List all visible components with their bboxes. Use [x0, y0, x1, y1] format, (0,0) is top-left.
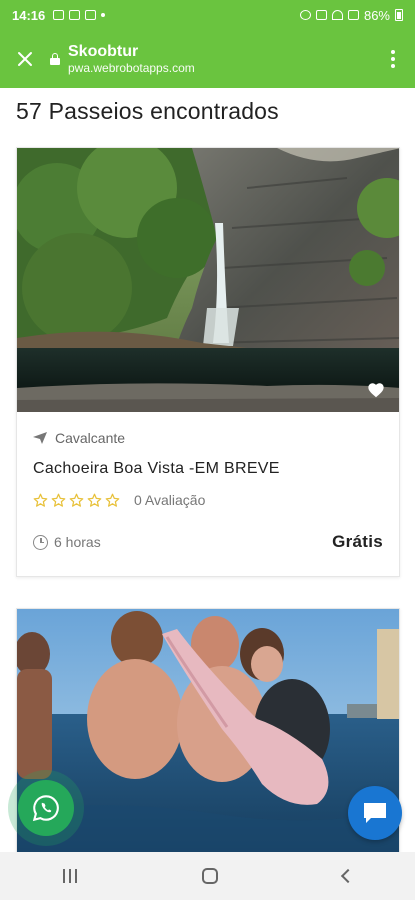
chat-bubble-icon: [364, 803, 386, 823]
star-icon: [69, 493, 84, 507]
close-icon: [18, 52, 32, 66]
signal-icon: [347, 10, 359, 20]
whatsapp-icon: [32, 795, 59, 822]
reviews-count: 0 Avaliação: [134, 492, 206, 508]
notification-icons: [53, 10, 106, 20]
tour-location: Cavalcante: [33, 430, 383, 446]
star-rating: [33, 493, 120, 508]
status-bar: 14:16 86%: [0, 0, 415, 30]
system-nav-bar: [0, 852, 415, 900]
star-icon: [33, 493, 48, 507]
chat-button[interactable]: [348, 786, 402, 840]
dot-icon: [101, 13, 106, 17]
battery-icon: [395, 9, 403, 21]
results-heading: 57 Passeios encontrados: [16, 98, 279, 124]
more-options-button[interactable]: [371, 30, 415, 88]
home-button[interactable]: [201, 868, 218, 884]
wifi-icon: [331, 10, 343, 20]
calendar-icon: [85, 10, 97, 20]
url-box[interactable]: Skoobtur pwa.webrobotapps.com: [50, 43, 371, 76]
send-icon: [33, 432, 47, 444]
star-icon: [51, 493, 66, 507]
tour-duration: 6 horas: [33, 534, 101, 550]
star-icon: [87, 493, 102, 507]
more-vertical-icon: [391, 50, 395, 54]
status-time: 14:16: [12, 7, 46, 23]
tour-image[interactable]: [17, 148, 399, 412]
mail-icon: [69, 10, 81, 20]
image-icon: [53, 10, 65, 20]
heart-icon[interactable]: [367, 382, 385, 398]
star-icon: [105, 493, 120, 507]
site-title: Skoobtur: [68, 42, 139, 60]
tour-price: Grátis: [332, 532, 383, 551]
recents-button[interactable]: [62, 869, 77, 883]
battery-percent: 86%: [363, 7, 390, 23]
site-url: pwa.webrobotapps.com: [68, 60, 195, 75]
clock-icon: [33, 534, 48, 550]
mute-icon: [315, 10, 327, 20]
duration-price-row: 6 horas Grátis: [33, 532, 383, 552]
back-button[interactable]: [340, 868, 355, 884]
tour-card[interactable]: Cavalcante Cachoeira Boa Vista -EM BREVE…: [16, 147, 400, 577]
browser-toolbar: Skoobtur pwa.webrobotapps.com: [0, 30, 415, 88]
close-button[interactable]: [0, 30, 50, 88]
rating-row: 0 Avaliação: [33, 492, 383, 508]
duration-label: 6 horas: [54, 534, 101, 550]
lock-icon: [50, 53, 60, 65]
whatsapp-button[interactable]: [8, 770, 84, 846]
tour-name[interactable]: Cachoeira Boa Vista -EM BREVE: [33, 460, 383, 478]
alarm-icon: [299, 10, 311, 20]
location-label: Cavalcante: [55, 430, 126, 446]
